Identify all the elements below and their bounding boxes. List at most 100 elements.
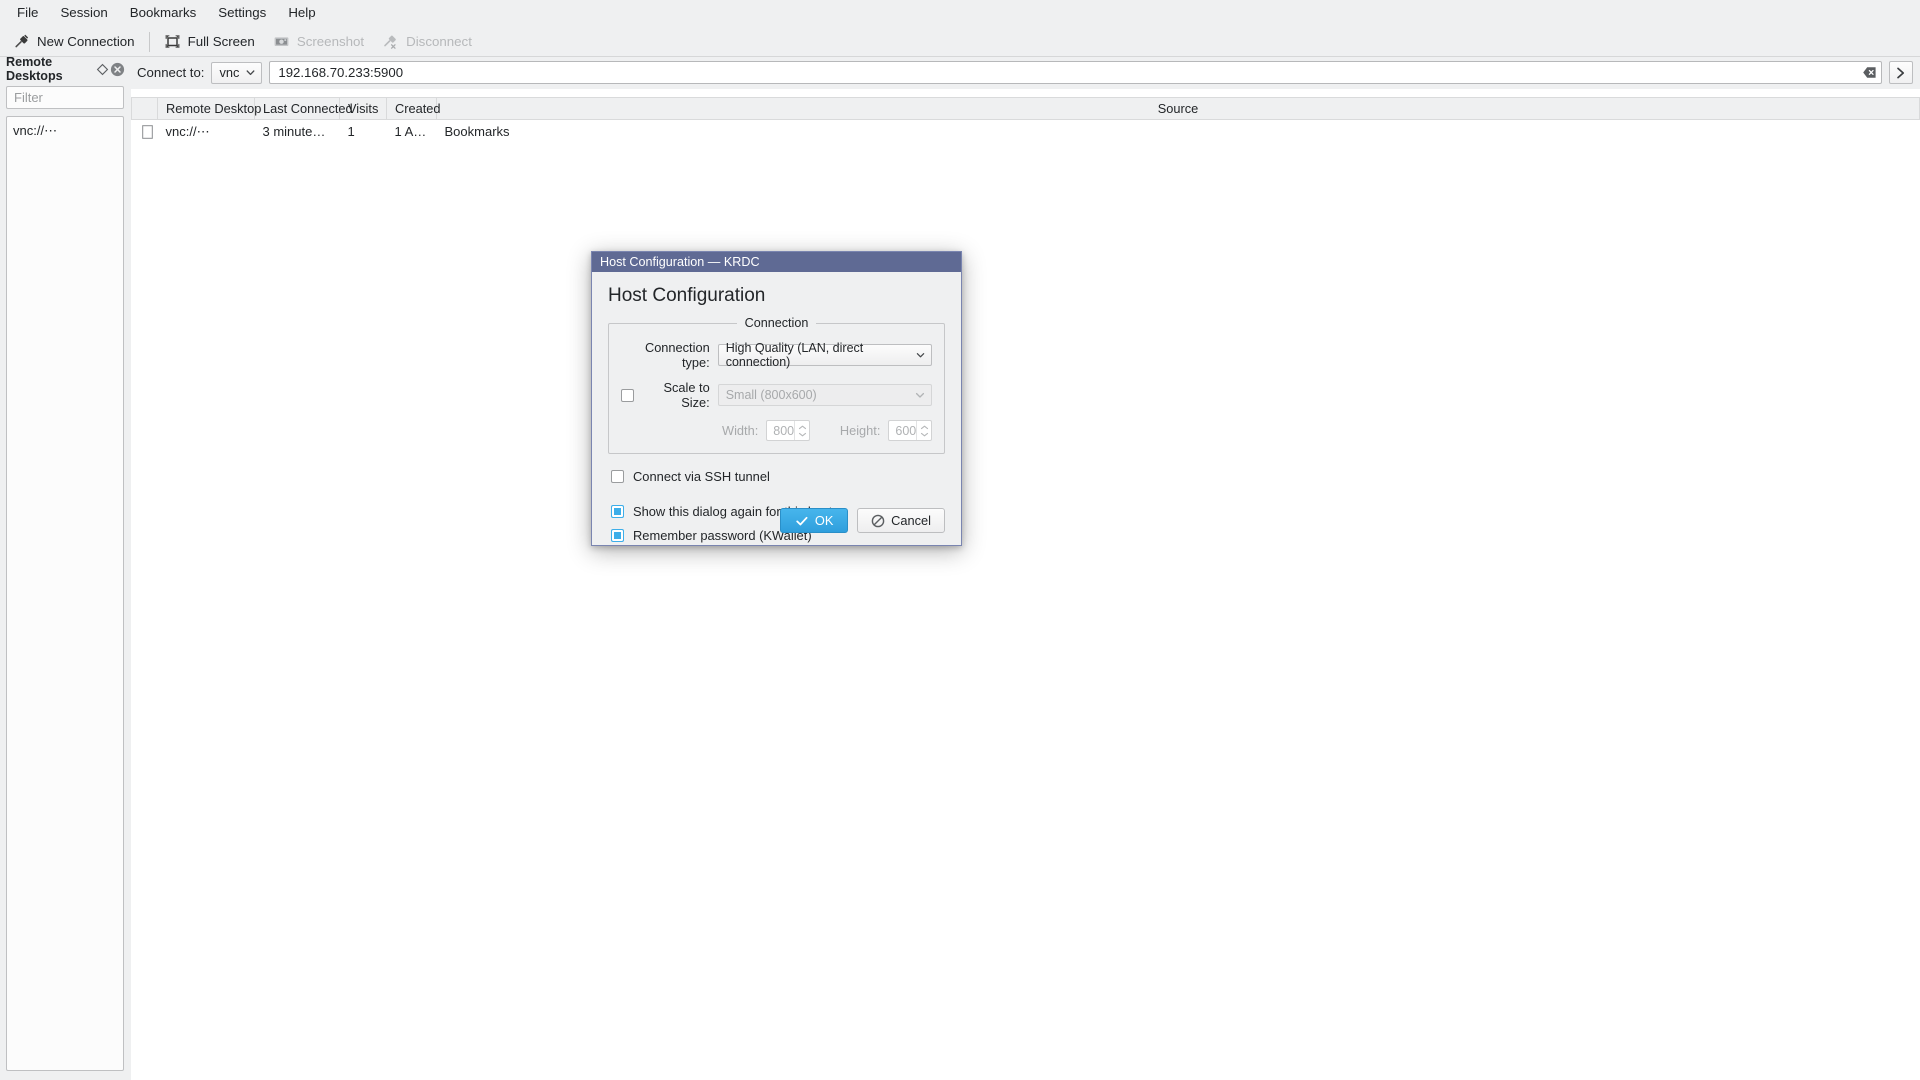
new-connection-button[interactable]: New Connection <box>4 30 144 54</box>
close-icon[interactable] <box>110 62 125 77</box>
krdc-window: File Session Bookmarks Settings Help New… <box>0 0 1920 1080</box>
column-header-created[interactable]: Created <box>386 97 441 120</box>
scale-to-size-label: Scale to Size: <box>663 380 710 410</box>
groupbox-title-text: Connection <box>736 316 817 330</box>
go-button[interactable] <box>1889 61 1913 84</box>
cell-visits: 1 <box>347 124 355 140</box>
chevron-up-icon <box>798 425 806 429</box>
screenshot-button: Screenshot <box>264 30 373 54</box>
cell-last-connected: 3 minutes ago <box>262 124 340 140</box>
main-area: Connect to: vnc 192.168.70.233:5900 Remo… <box>131 57 1920 1080</box>
connections-table-wrap: Remote Desktop Last Connected Visits Cre… <box>131 89 1920 1080</box>
menu-settings[interactable]: Settings <box>207 0 277 26</box>
plug-icon <box>15 34 28 48</box>
ok-button[interactable]: OK <box>780 508 849 533</box>
column-header-remote-desktop[interactable]: Remote Desktop <box>157 97 261 120</box>
filter-input[interactable]: Filter <box>6 86 124 109</box>
remote-desktops-panel: Remote Desktops Filter vnc://⋯ <box>0 55 131 1080</box>
connection-groupbox: Connection Connection type: High Quality… <box>608 316 945 454</box>
scale-to-size-row: Scale to Size: Small (800x600) <box>621 380 932 410</box>
remote-desktops-list[interactable]: vnc://⋯ <box>6 116 124 1071</box>
scale-size-select[interactable]: Small (800x600) <box>717 384 932 406</box>
panel-title: Remote Desktops <box>6 55 63 83</box>
plug-disconnect-icon <box>384 35 396 49</box>
width-spinbox[interactable]: 800 <box>766 420 810 441</box>
full-screen-button[interactable]: Full Screen <box>155 30 264 54</box>
connection-type-value: High Quality (LAN, direct connection) <box>725 341 864 369</box>
width-label: Width: <box>722 423 759 438</box>
connection-type-select[interactable]: High Quality (LAN, direct connection) <box>717 341 932 369</box>
host-configuration-dialog: Host Configuration — KRDC Host Configura… <box>591 251 962 546</box>
connection-type-label: Connection type: <box>644 340 710 370</box>
ssh-tunnel-row[interactable]: Connect via SSH tunnel <box>608 469 945 484</box>
height-label: Height: <box>839 423 881 438</box>
cancel-button[interactable]: Cancel <box>857 508 945 533</box>
height-stepper[interactable] <box>916 421 931 440</box>
new-connection-label: New Connection <box>37 34 135 49</box>
connection-type-row: Connection type: High Quality (LAN, dire… <box>621 340 932 370</box>
screenshot-label: Screenshot <box>296 34 365 49</box>
chevron-up-icon <box>920 425 928 429</box>
filter-placeholder: Filter <box>14 90 43 105</box>
cancel-button-label: Cancel <box>891 513 931 528</box>
list-item[interactable]: vnc://⋯ <box>7 121 123 141</box>
menu-file[interactable]: File <box>6 0 49 26</box>
body-split: Remote Desktops Filter vnc://⋯ Connect t… <box>0 55 1920 1080</box>
camera-icon <box>274 37 289 46</box>
address-bar: Connect to: vnc 192.168.70.233:5900 <box>131 57 1920 89</box>
clear-text-icon[interactable] <box>1862 65 1877 80</box>
chevron-down-icon <box>916 353 925 358</box>
width-value: 800 <box>773 423 795 438</box>
url-value: 192.168.70.233:5900 <box>278 65 404 80</box>
height-value: 600 <box>895 423 917 438</box>
dialog-buttons: OK Cancel <box>780 508 945 533</box>
chevron-down-icon <box>798 432 806 436</box>
groupbox-title: Connection <box>609 316 944 330</box>
dialog-heading: Host Configuration <box>608 285 766 306</box>
size-row: Width: 800 Height: 600 <box>621 420 932 441</box>
column-header-source[interactable]: Source <box>436 97 1920 120</box>
table-body: vnc://⋯ 3 minutes ago 1 1 Aug ⋯ Bookmark… <box>132 120 1920 144</box>
column-label-remote-desktop: Remote Desktop <box>166 101 262 116</box>
chevron-down-icon <box>920 432 928 436</box>
column-header-last-connected[interactable]: Last Connected <box>254 97 353 120</box>
width-stepper[interactable] <box>794 421 809 440</box>
cell-icon <box>132 120 158 144</box>
column-header-icon[interactable] <box>131 97 158 120</box>
menu-bookmarks[interactable]: Bookmarks <box>119 0 208 26</box>
column-label-created: Created <box>395 101 441 116</box>
connect-to-label: Connect to: <box>137 65 205 80</box>
column-label-source: Source <box>1157 101 1199 116</box>
cell-source: Bookmarks <box>444 124 510 140</box>
panel-header: Remote Desktops <box>4 55 126 83</box>
toolbar: New Connection Full Screen Screenshot Di… <box>0 27 1920 57</box>
toolbar-separator <box>148 31 150 52</box>
chevron-down-icon <box>246 70 255 76</box>
disconnect-button: Disconnect <box>373 30 481 54</box>
table-row[interactable]: vnc://⋯ 3 minutes ago 1 1 Aug ⋯ Bookmark… <box>132 120 1920 144</box>
table-header-row: Remote Desktop Last Connected Visits Cre… <box>131 97 1920 120</box>
ssh-tunnel-checkbox[interactable] <box>611 470 624 483</box>
float-diamond-icon[interactable] <box>95 62 110 77</box>
column-label-last-connected: Last Connected <box>263 101 353 116</box>
protocol-select[interactable]: vnc <box>211 61 263 84</box>
fullscreen-icon <box>165 35 180 48</box>
column-label-visits: Visits <box>348 101 379 116</box>
menu-help[interactable]: Help <box>277 0 326 26</box>
scale-to-size-checkbox[interactable] <box>621 388 634 402</box>
menubar: File Session Bookmarks Settings Help <box>0 0 1920 27</box>
menu-session[interactable]: Session <box>49 0 118 26</box>
protocol-value: vnc <box>219 65 240 80</box>
ok-button-label: OK <box>814 513 834 528</box>
show-dialog-again-checkbox[interactable] <box>611 505 624 518</box>
dialog-titlebar-text: Host Configuration — KRDC <box>600 255 760 269</box>
connections-table: Remote Desktop Last Connected Visits Cre… <box>131 97 1920 144</box>
chevron-down-icon <box>915 392 925 398</box>
height-spinbox[interactable]: 600 <box>888 420 932 441</box>
url-input[interactable]: 192.168.70.233:5900 <box>269 61 1882 84</box>
scale-size-value: Small (800x600) <box>725 388 817 402</box>
cancel-icon <box>871 514 885 527</box>
check-icon <box>796 516 808 525</box>
remember-password-checkbox[interactable] <box>611 529 624 542</box>
go-next-icon <box>1897 67 1905 78</box>
